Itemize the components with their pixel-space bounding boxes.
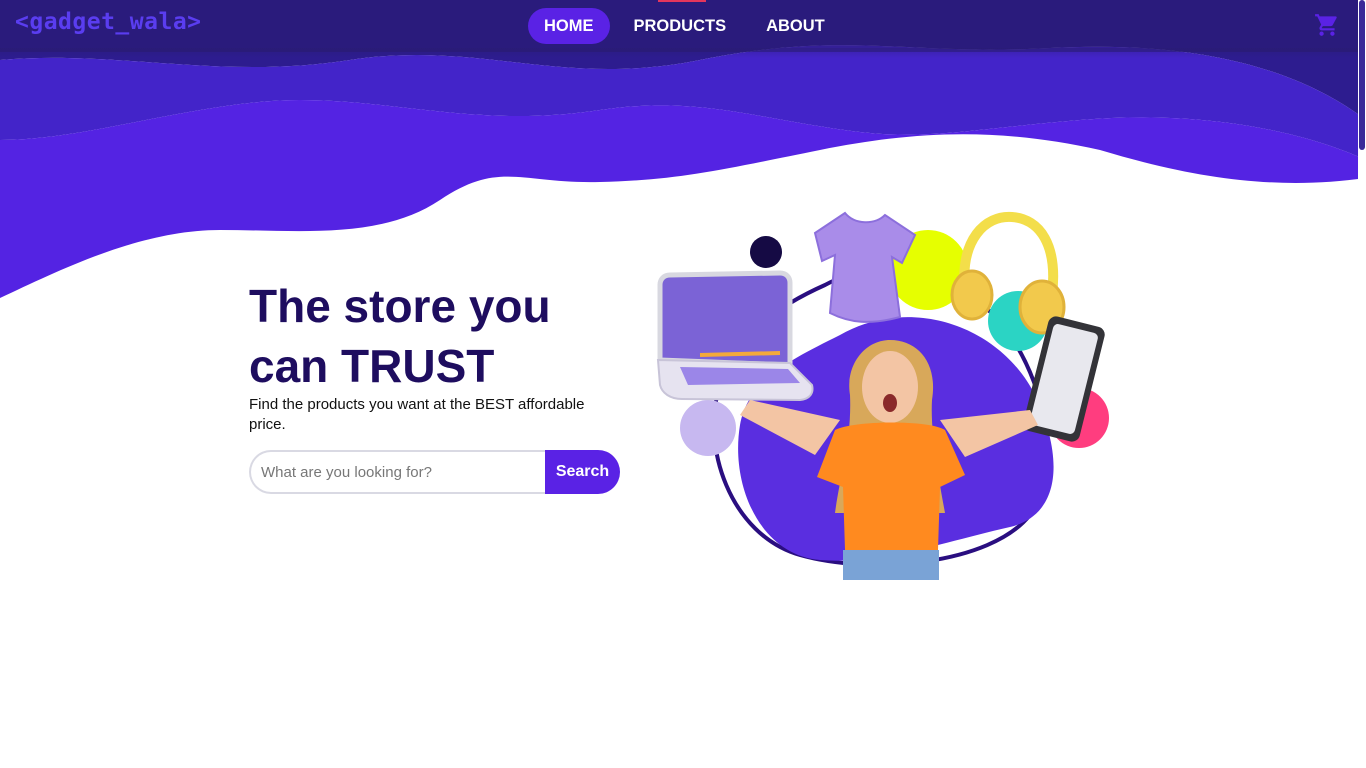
scrollbar-thumb[interactable]: [1359, 0, 1365, 150]
nav-home[interactable]: HOME: [528, 8, 610, 44]
hero-subtitle: Find the products you want at the BEST a…: [249, 396, 585, 433]
shopping-cart-icon[interactable]: [1314, 12, 1340, 38]
hero-title-line-1: The store you: [249, 280, 551, 332]
search-bar: Search: [249, 450, 620, 494]
nav-about[interactable]: ABOUT: [750, 8, 841, 44]
search-input[interactable]: [249, 450, 545, 494]
hero-title: The store you can TRUST: [249, 276, 579, 396]
navbar: <gadget_wala> HOME PRODUCTS ABOUT: [0, 0, 1358, 58]
top-accent-marker: [658, 0, 706, 2]
search-button[interactable]: Search: [545, 450, 620, 494]
hero-title-line-2: can TRUST: [249, 340, 495, 392]
nav-links: HOME PRODUCTS ABOUT: [528, 8, 849, 44]
site-logo[interactable]: <gadget_wala>: [15, 9, 202, 35]
hero-illustration: [656, 211, 1109, 580]
nav-products[interactable]: PRODUCTS: [618, 8, 743, 44]
